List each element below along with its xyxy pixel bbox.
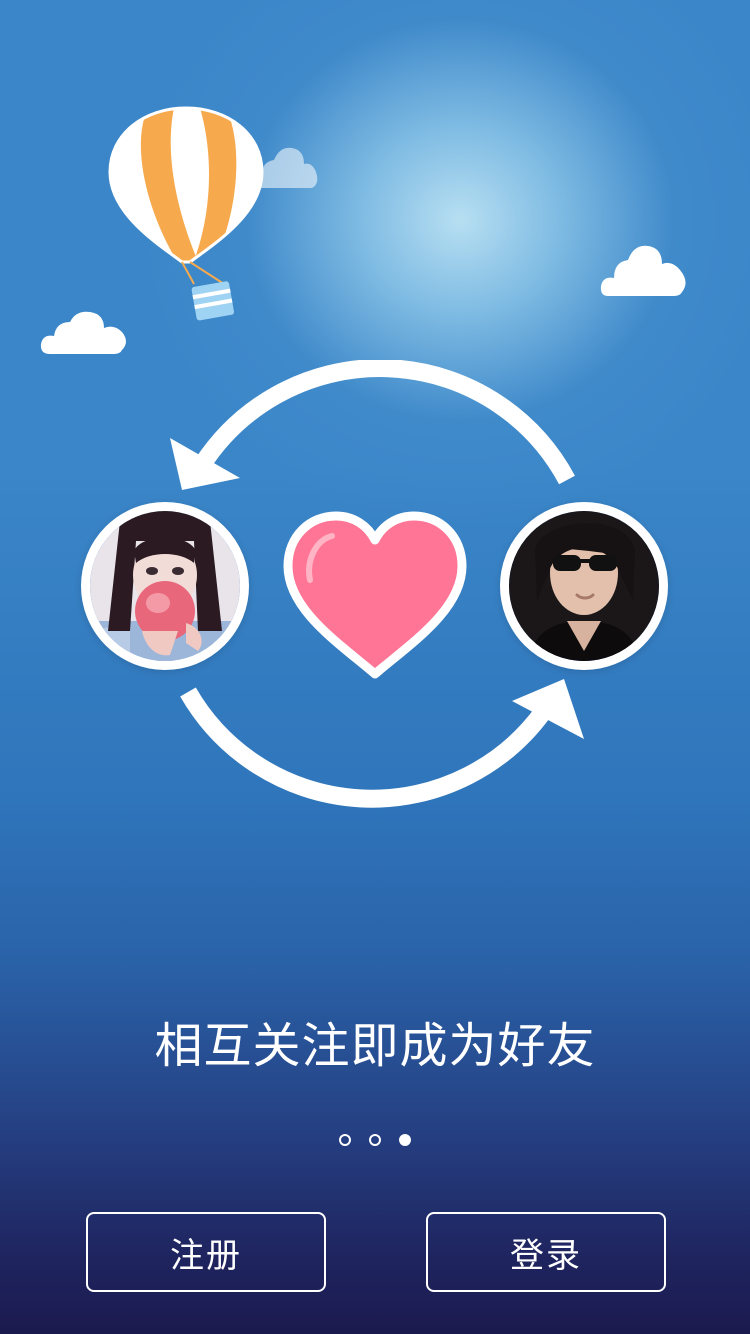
page-dot[interactable]	[339, 1134, 351, 1146]
login-button[interactable]: 登录	[426, 1212, 666, 1292]
page-dot[interactable]	[369, 1134, 381, 1146]
page-dot-active[interactable]	[399, 1134, 411, 1146]
register-button[interactable]: 注册	[86, 1212, 326, 1292]
heart-icon	[283, 511, 467, 679]
page-indicator	[0, 1134, 750, 1146]
hot-air-balloon-icon	[108, 106, 264, 321]
avatar-male	[500, 502, 668, 670]
onboarding-screen: 相互关注即成为好友 注册 登录	[0, 0, 750, 1334]
avatar-female	[81, 502, 249, 670]
feature-caption: 相互关注即成为好友	[154, 1018, 596, 1074]
cloud-icon	[600, 245, 686, 296]
